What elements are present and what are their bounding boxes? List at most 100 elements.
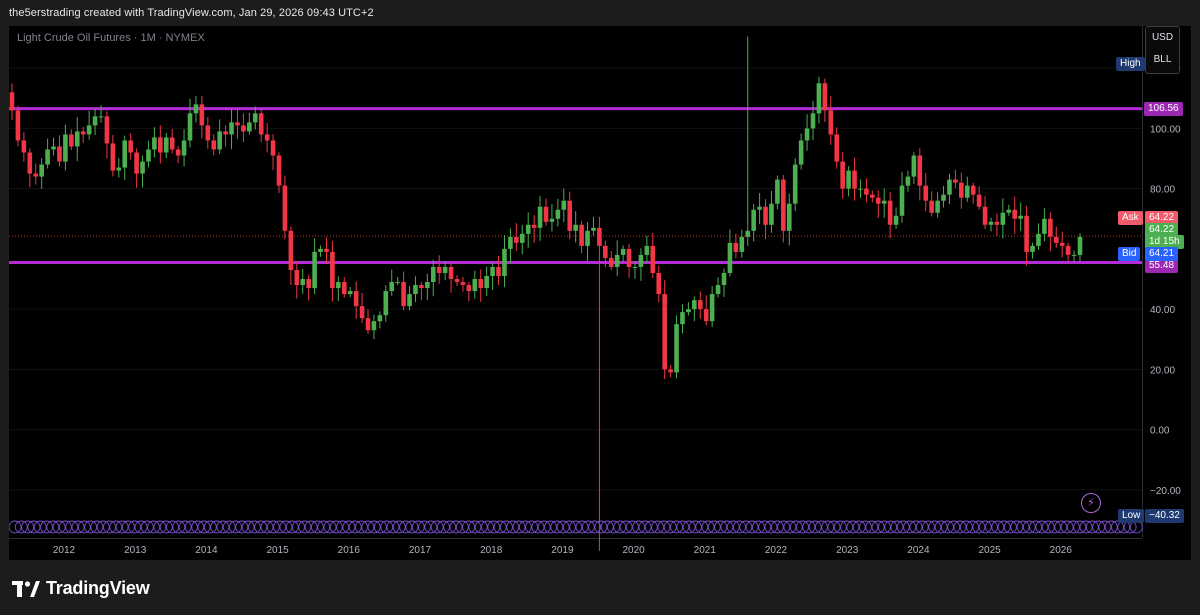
candle-body (21, 140, 27, 153)
bid-tag: Bid (1118, 247, 1141, 262)
candle-body (674, 324, 679, 373)
x-tick-label: 2018 (480, 545, 503, 556)
candle-body (1036, 233, 1041, 246)
candle-body (662, 294, 667, 370)
y-tick-label: 80.00 (1150, 185, 1175, 196)
x-tick-label: 2016 (338, 545, 361, 556)
candle-body (870, 194, 875, 198)
candle-body (229, 122, 234, 135)
y-tick-label: 0.00 (1150, 426, 1170, 437)
candle-body (561, 200, 567, 210)
candle-body (620, 248, 626, 255)
candle-body (318, 248, 323, 252)
candle-body (608, 257, 614, 267)
candle-body (834, 134, 840, 162)
candle-body (389, 282, 395, 292)
candle-body (792, 164, 798, 204)
candle-body (371, 321, 377, 331)
candle-body (74, 131, 80, 147)
x-tick-label: 2020 (622, 545, 645, 556)
candle-body (217, 131, 222, 150)
candle-body (1024, 215, 1029, 252)
tradingview-logo-text: TradingView (46, 578, 150, 598)
candle-body (549, 218, 555, 222)
x-tick-label: 2021 (694, 545, 717, 556)
candle-body (804, 128, 810, 141)
candle-body (976, 194, 982, 207)
candle-body (1012, 209, 1018, 219)
x-tick-label: 2022 (765, 545, 788, 556)
candle-body (828, 110, 834, 135)
candle-body (276, 155, 282, 186)
candle-body (383, 291, 389, 316)
candle-body (810, 113, 816, 129)
footer-bar: TradingView (0, 560, 1200, 615)
candle-body (484, 276, 489, 289)
candle-body (514, 236, 519, 243)
resistance-price-tag: 106.56 (1144, 101, 1183, 116)
candle-body (816, 83, 822, 114)
candle-body (169, 137, 175, 150)
candle-body (430, 266, 436, 283)
candle-body (703, 309, 709, 322)
candle-body (929, 200, 934, 213)
candle-body (330, 251, 335, 289)
candle-body (110, 143, 116, 171)
candle-body (1006, 209, 1012, 213)
candle-body (941, 194, 946, 201)
candle-body (51, 146, 56, 150)
candle-body (104, 116, 110, 144)
header-bar: the5erstrading created with TradingView.… (0, 0, 1200, 26)
candle-body (288, 230, 294, 270)
candle-body (312, 251, 317, 289)
candle-body (917, 155, 923, 186)
candle-body (911, 155, 917, 177)
candle-body (211, 140, 217, 150)
candle-body (365, 318, 371, 331)
candle-body (9, 92, 15, 111)
candle-body (57, 146, 62, 162)
candle-body (45, 149, 50, 165)
candle-body (490, 266, 495, 276)
candle-body (436, 266, 442, 273)
candle-body (798, 140, 804, 165)
unit-label[interactable]: BLL (1146, 49, 1179, 71)
candlestick-chart[interactable]: 120.00100.0080.0040.0020.000.00−20.00201… (9, 26, 1191, 560)
candle-body (223, 131, 228, 135)
x-tick-label: 2019 (551, 545, 574, 556)
candle-body (656, 272, 662, 295)
candle-body (413, 285, 418, 295)
candle-body (525, 224, 531, 234)
candle-body (466, 285, 472, 292)
candle-body (650, 245, 656, 273)
lightning-icon[interactable]: ⚡ (1081, 493, 1101, 513)
candle-body (294, 269, 300, 286)
header-attribution: the5erstrading created with TradingView.… (9, 7, 374, 19)
candle-body (727, 242, 733, 273)
candle-body (668, 369, 673, 373)
candle-body (970, 185, 976, 195)
tradingview-logo[interactable]: TradingView (12, 578, 150, 599)
candle-body (508, 236, 513, 249)
unit-selector[interactable]: USD BLL (1145, 26, 1180, 74)
candle-body (472, 279, 478, 292)
candle-body (893, 215, 899, 225)
candle-body (591, 227, 596, 231)
currency-label[interactable]: USD (1146, 27, 1179, 49)
candle-body (781, 179, 786, 231)
candle-body (626, 248, 632, 267)
y-tick-label: 40.00 (1150, 305, 1175, 316)
candle-body (377, 315, 383, 322)
candle-body (585, 230, 590, 246)
candle-body (341, 282, 347, 295)
candle-body (597, 227, 602, 246)
candle-body (152, 137, 157, 150)
candle-body (496, 266, 501, 276)
chart-area[interactable]: 120.00100.0080.0040.0020.000.00−20.00201… (9, 26, 1191, 560)
candle-body (460, 282, 466, 286)
candle-body (822, 83, 828, 111)
candle-body (264, 134, 270, 141)
candle-body (721, 272, 727, 286)
candle-body (1042, 218, 1047, 234)
low-value-tag: −40.32 (1145, 509, 1184, 524)
